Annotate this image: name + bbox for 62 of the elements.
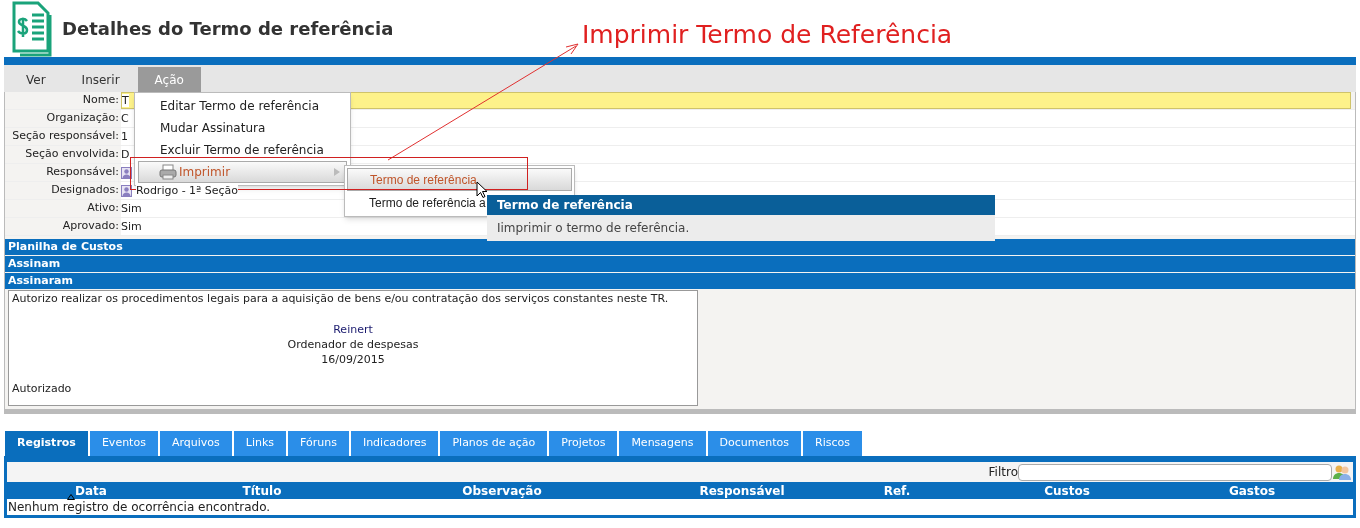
menu-item[interactable]: Imprimir xyxy=(138,161,347,183)
menu-item[interactable]: Termo de referência xyxy=(347,168,572,191)
filter-label: Filtro xyxy=(988,464,1018,481)
tab[interactable]: Eventos xyxy=(89,431,158,456)
menu-tab[interactable]: Ação xyxy=(137,67,201,92)
tab[interactable]: Registros xyxy=(5,431,88,456)
tab[interactable]: Indicadores xyxy=(350,431,439,456)
field-value: T xyxy=(122,94,129,107)
section-header[interactable]: Assinam xyxy=(5,256,1355,272)
menu-tab[interactable]: Ver xyxy=(8,67,64,92)
filter-field[interactable] xyxy=(1018,463,1332,481)
field-label: Nome: xyxy=(81,92,120,109)
menu-item[interactable]: Mudar Assinatura xyxy=(135,117,350,139)
field-value: 1 xyxy=(121,130,128,143)
field-label: Responsável: xyxy=(45,164,120,181)
submenu-arrow-icon xyxy=(334,168,340,176)
field-label: Aprovado: xyxy=(61,218,120,235)
tab[interactable]: Planos de ação xyxy=(440,431,548,456)
column-header[interactable]: Título xyxy=(242,481,282,500)
tab[interactable]: Projetos xyxy=(549,431,618,456)
field-value: D xyxy=(121,148,130,161)
page-title: Detalhes do Termo de referência xyxy=(62,17,394,41)
tab[interactable]: Mensagens xyxy=(619,431,706,456)
field-value: C xyxy=(121,112,129,125)
field-value: Sim xyxy=(121,220,142,233)
field-value: Rodrigo - 1ª Seção xyxy=(136,184,239,197)
field-label: Organização: xyxy=(45,110,120,127)
field-label: Seção responsável: xyxy=(11,128,120,145)
people-icon[interactable] xyxy=(1333,464,1351,480)
signer-role: Ordenador de despesas xyxy=(287,336,419,352)
field-label: Designados: xyxy=(50,182,120,199)
person-card-icon xyxy=(121,166,132,179)
tab[interactable]: Arquivos xyxy=(159,431,232,456)
person-card-icon xyxy=(121,184,132,197)
tooltip-title: Termo de referência xyxy=(487,195,995,215)
field-label: Seção envolvida: xyxy=(24,146,120,163)
menu-item[interactable]: Excluir Termo de referência xyxy=(135,139,350,161)
printer-icon xyxy=(159,164,177,180)
section-header[interactable]: Assinaram xyxy=(5,273,1355,289)
tab[interactable]: Links xyxy=(233,431,286,456)
signature-date: 16/09/2015 xyxy=(321,351,385,367)
empty-message: Nenhum registro de ocorrência encontrado. xyxy=(7,499,272,515)
column-header[interactable]: Gastos xyxy=(1228,481,1276,500)
menu-tab[interactable]: Inserir xyxy=(63,67,138,92)
column-header[interactable]: Responsável xyxy=(699,481,785,500)
section-header[interactable]: Planilha de Custos xyxy=(5,239,1355,255)
column-header[interactable]: Observação xyxy=(462,481,542,500)
signature-status: Autorizado xyxy=(12,380,73,397)
column-header[interactable]: Custos xyxy=(1044,481,1090,500)
menu-item[interactable]: Editar Termo de referência xyxy=(135,95,350,117)
column-header[interactable]: Data xyxy=(75,481,107,500)
tab[interactable]: Documentos xyxy=(707,431,801,456)
column-header[interactable]: Ref. xyxy=(883,481,911,500)
field-label: Ativo: xyxy=(86,200,120,217)
cursor-icon xyxy=(476,181,488,199)
signer-name: Reinert xyxy=(333,321,373,337)
tab[interactable]: Riscos xyxy=(803,431,862,456)
field-value: Sim xyxy=(121,202,142,215)
signature-statement: Autorizo realizar os procedimentos legais para a aquisição de bens e/ou contratação dos serviços constantes neste TR. xyxy=(12,291,670,307)
tooltip-text: Iimprimir o termo de referência. xyxy=(496,220,691,237)
annotation-text: Imprimir Termo de Referência xyxy=(582,19,953,51)
tab[interactable]: Fóruns xyxy=(288,431,349,456)
